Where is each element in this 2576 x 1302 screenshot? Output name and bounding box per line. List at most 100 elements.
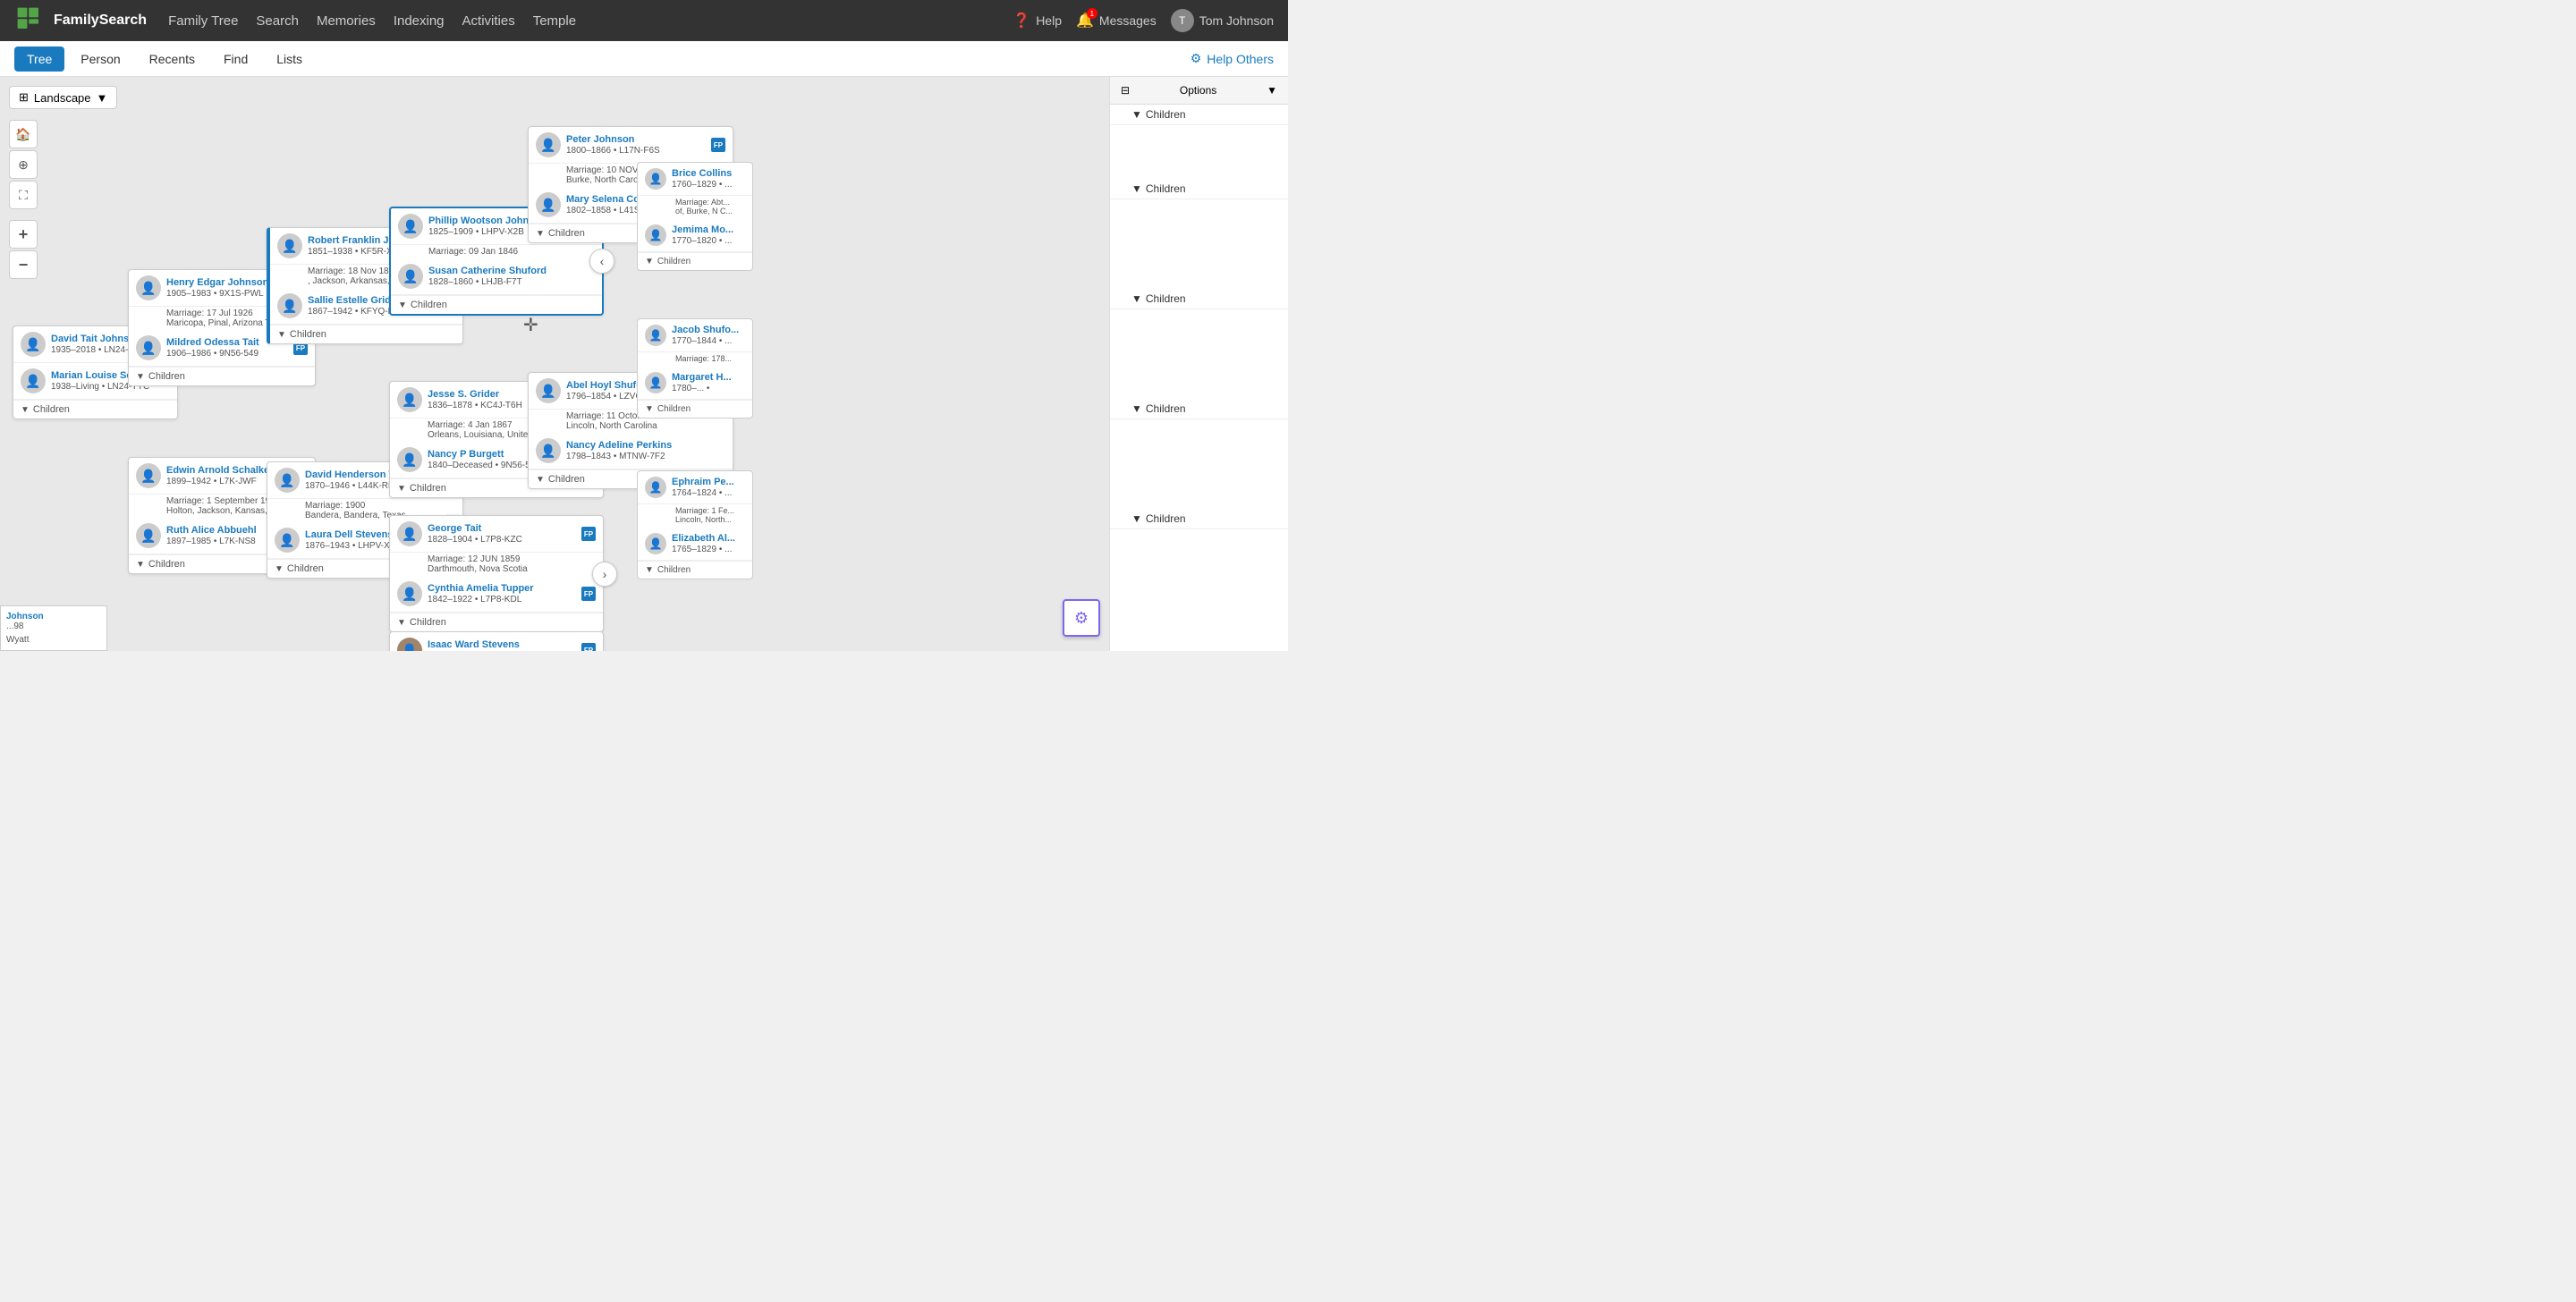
avatar: 👤 <box>645 224 666 246</box>
children-toggle[interactable]: ▼ Children <box>390 613 603 631</box>
children-toggle[interactable]: ▼ Children <box>13 400 177 418</box>
zoom-out-button[interactable]: − <box>9 250 38 279</box>
messages-button[interactable]: 🔔 1 Messages <box>1076 12 1157 30</box>
logo[interactable]: FamilySearch <box>14 4 147 37</box>
chevron-down-icon: ▼ <box>536 475 545 485</box>
options-children-1[interactable]: ▼ Children <box>1110 105 1288 125</box>
avatar: 👤 <box>397 447 422 472</box>
chevron-down-icon: ▼ <box>136 372 145 382</box>
nav-search[interactable]: Search <box>256 13 299 29</box>
person-name: Jacob Shufo... <box>672 325 745 336</box>
avatar: 👤 <box>21 368 46 393</box>
person-dates: 1780–... • <box>672 384 745 393</box>
fullscreen-button[interactable]: ⛶ <box>9 181 38 209</box>
help-button[interactable]: ❓ Help <box>1013 12 1062 30</box>
home-button[interactable]: 🏠 <box>9 120 38 148</box>
landscape-dropdown-icon: ▼ <box>97 91 108 105</box>
avatar: 👤 <box>397 581 422 606</box>
logo-text: FamilySearch <box>54 13 147 29</box>
options-dropdown-icon: ▼ <box>1267 84 1277 97</box>
subnav-find[interactable]: Find <box>211 46 260 72</box>
avatar: 👤 <box>275 468 300 493</box>
nav-family-tree[interactable]: Family Tree <box>168 13 238 29</box>
children-toggle[interactable]: ▼ Children <box>270 325 462 343</box>
move-cursor-indicator: ✛ <box>523 314 538 336</box>
settings-button[interactable]: ⚙ <box>1063 599 1100 637</box>
avatar: 👤 <box>536 192 561 217</box>
help-icon: ❓ <box>1013 12 1030 30</box>
chevron-down-icon: ▼ <box>136 560 145 570</box>
children-toggle[interactable]: ▼ Children <box>391 295 602 314</box>
avatar: 👤 <box>536 132 561 157</box>
back-arrow-button[interactable]: ‹ <box>589 249 614 274</box>
subnav-recents[interactable]: Recents <box>137 46 208 72</box>
person-dates: 1828–1860 • LHJB-F7T <box>428 277 595 287</box>
children-toggle[interactable]: ▼Children <box>638 252 752 270</box>
nav-indexing[interactable]: Indexing <box>394 13 445 29</box>
avatar: 👤 <box>136 463 161 488</box>
forward-arrow[interactable]: › <box>592 562 617 587</box>
subnav-person[interactable]: Person <box>68 46 132 72</box>
avatar: 👤 <box>398 214 423 239</box>
person-card-george-tait[interactable]: 👤 George Tait 1828–1904 • L7P8-KZC FP Ma… <box>389 515 604 632</box>
help-others-button[interactable]: ⚙ Help Others <box>1191 51 1274 66</box>
person-name: Nancy Adeline Perkins <box>566 440 725 452</box>
person-dates: 1906–1986 • 9N56-549 <box>166 349 288 359</box>
person-name: Jemima Mo... <box>672 224 745 236</box>
nav-memories[interactable]: Memories <box>317 13 376 29</box>
user-menu[interactable]: T Tom Johnson <box>1171 9 1274 32</box>
avatar: 👤 <box>397 387 422 412</box>
options-label: Options <box>1180 84 1216 97</box>
children-label: Children <box>290 329 326 340</box>
avatar: 👤 <box>275 528 300 553</box>
children-toggle[interactable]: ▼Children <box>638 400 752 418</box>
children-label: Children <box>411 300 447 310</box>
fs-badge: FP <box>711 138 725 152</box>
fs-badge: FP <box>581 527 596 541</box>
nav-activities[interactable]: Activities <box>462 13 515 29</box>
options-children-3[interactable]: ▼ Children <box>1110 289 1288 309</box>
chevron-down-icon: ▼ <box>398 300 407 310</box>
children-toggle[interactable]: ▼Children <box>638 561 752 579</box>
partial-name-2: Wyatt <box>6 635 101 645</box>
person-name: Cynthia Amelia Tupper <box>428 583 576 595</box>
nav-temple[interactable]: Temple <box>533 13 576 29</box>
options-children-5[interactable]: ▼ Children <box>1110 509 1288 529</box>
partial-bottom-left[interactable]: Johnson ...98 Wyatt <box>0 605 107 651</box>
avatar: 👤 <box>136 523 161 548</box>
sub-navigation: Tree Person Recents Find Lists ⚙ Help Ot… <box>0 41 1288 77</box>
children-toggle[interactable]: ▼ Children <box>129 367 315 385</box>
options-header[interactable]: ⊟ Options ▼ <box>1110 77 1288 105</box>
avatar: 👤 <box>645 533 666 554</box>
person-name: Peter Johnson <box>566 134 706 146</box>
person-dates: 1760–1829 • ... <box>672 180 745 190</box>
landscape-button[interactable]: ⊞ Landscape ▼ <box>9 86 117 109</box>
avatar: 👤 <box>536 378 561 403</box>
person-card-ephraim[interactable]: 👤 Ephraim Pe... 1764–1824 • ... Marriage… <box>637 470 753 579</box>
person-name: Ephraim Pe... <box>672 477 745 488</box>
person-card-jacob-shuford[interactable]: 👤 Jacob Shufo... 1770–1844 • ... Marriag… <box>637 318 753 418</box>
children-label: Children <box>410 483 446 494</box>
fs-badge: FP <box>581 643 596 651</box>
person-dates: 1800–1866 • L17N-F6S <box>566 146 706 156</box>
chevron-down-icon: ▼ <box>536 229 545 239</box>
person-dates: 1798–1843 • MTNW-7F2 <box>566 452 725 461</box>
location-button[interactable]: ⊕ <box>9 150 38 179</box>
person-card-brice-collins[interactable]: 👤 Brice Collins 1760–1829 • ... Marriage… <box>637 162 753 271</box>
options-children-4[interactable]: ▼ Children <box>1110 399 1288 419</box>
tree-area[interactable]: ⊞ Landscape ▼ 🏠 ⊕ ⛶ + − ✛ 👤 David Tait J… <box>0 77 1288 651</box>
children-label: Children <box>548 228 585 239</box>
user-avatar-icon: T <box>1171 9 1194 32</box>
landscape-icon: ⊞ <box>19 90 29 105</box>
options-children-2[interactable]: ▼ Children <box>1110 179 1288 199</box>
person-card-isaac-stevens[interactable]: 👤 Isaac Ward Stevens 1847–1910 • 27FB-VG… <box>389 631 604 651</box>
avatar: 👤 <box>645 168 666 190</box>
options-panel: ⊟ Options ▼ ▼ Children ▼ Children ▼ Chil… <box>1109 77 1288 651</box>
avatar: 👤 <box>645 325 666 346</box>
zoom-in-button[interactable]: + <box>9 220 38 249</box>
person-name: Margaret H... <box>672 372 745 384</box>
children-label: Children <box>410 617 446 628</box>
left-controls: ⊞ Landscape ▼ 🏠 ⊕ ⛶ + − <box>9 86 117 279</box>
subnav-lists[interactable]: Lists <box>264 46 315 72</box>
subnav-tree[interactable]: Tree <box>14 46 64 72</box>
